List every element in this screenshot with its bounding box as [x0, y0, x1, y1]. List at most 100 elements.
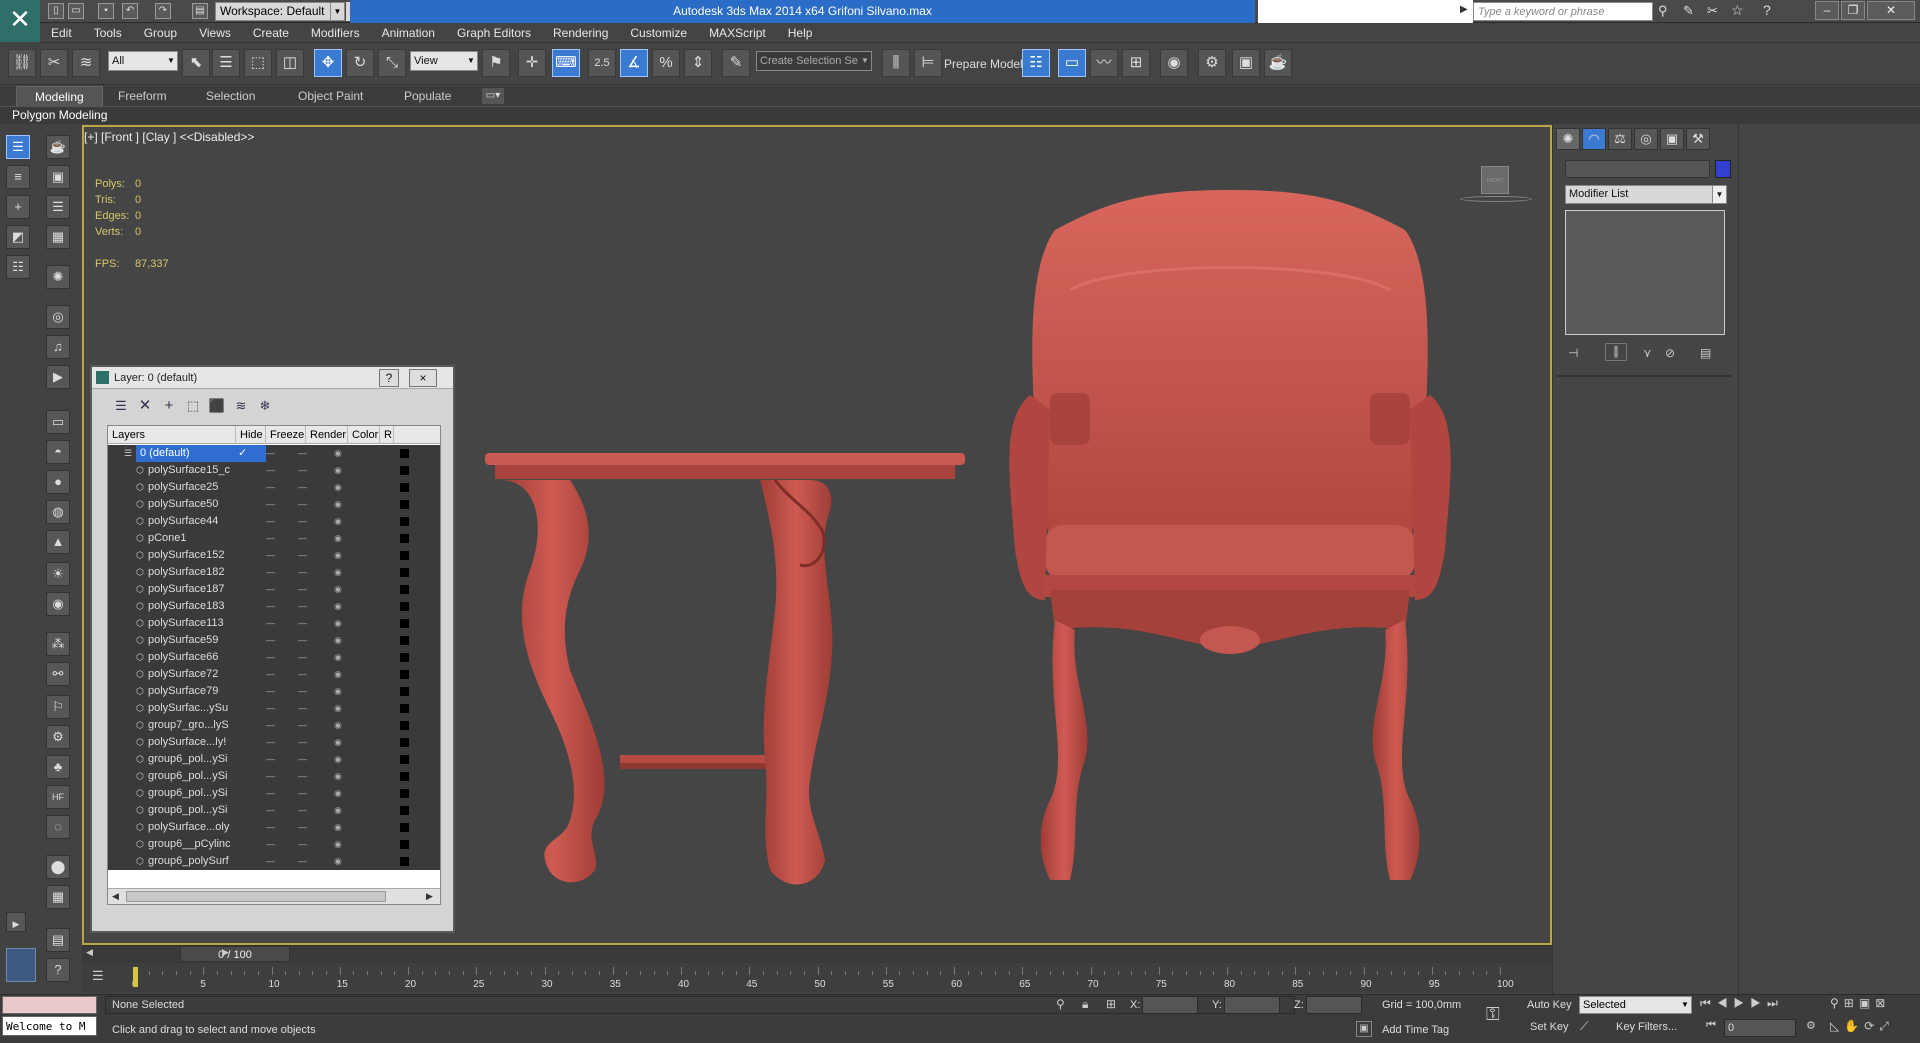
- layer-name[interactable]: group6_pol...ySi: [148, 751, 228, 768]
- layer-row[interactable]: ⬡ polySurface152 — — ◉: [108, 547, 440, 564]
- show-end-result-icon[interactable]: ∥: [1605, 343, 1627, 361]
- table-model[interactable]: [485, 453, 965, 885]
- layer-row[interactable]: ⬡ group6_pol...ySi — — ◉: [108, 785, 440, 802]
- make-unique-icon[interactable]: ⋎: [1643, 346, 1652, 360]
- zoom-extents-all-icon[interactable]: ⊠: [1875, 996, 1890, 1010]
- col-r[interactable]: R: [380, 426, 394, 444]
- hide-toggle-icon[interactable]: —: [266, 513, 275, 530]
- hide-toggle-icon[interactable]: —: [266, 666, 275, 683]
- render-toggle-icon[interactable]: ◉: [334, 581, 342, 598]
- layer-row[interactable]: ⬡ polySurface187 — — ◉: [108, 581, 440, 598]
- maximize-button[interactable]: ❐: [1841, 1, 1865, 20]
- key-mode-dropdown[interactable]: Selected ▼: [1579, 996, 1692, 1014]
- freeze-toggle-icon[interactable]: —: [298, 819, 307, 836]
- y-coordinate-field[interactable]: [1224, 996, 1280, 1014]
- scroll-thumb[interactable]: [126, 891, 386, 902]
- favorites-star-icon[interactable]: ☆: [1731, 2, 1744, 19]
- open-file-icon[interactable]: ▭: [68, 3, 84, 19]
- communication-center-icon[interactable]: ✎: [1683, 3, 1694, 19]
- torus-icon[interactable]: ◍: [46, 500, 70, 524]
- layer-name[interactable]: polySurface50: [148, 496, 218, 513]
- layer-color-swatch[interactable]: [400, 772, 409, 781]
- layer-name[interactable]: polySurface25: [148, 479, 218, 496]
- layer-manager-icon[interactable]: ☷: [1022, 49, 1050, 77]
- layer-color-swatch[interactable]: [400, 653, 409, 662]
- render-toggle-icon[interactable]: ◉: [334, 785, 342, 802]
- hide-toggle-icon[interactable]: —: [266, 751, 275, 768]
- freeze-toggle-icon[interactable]: —: [298, 598, 307, 615]
- render-toggle-icon[interactable]: ◉: [334, 768, 342, 785]
- pan-icon[interactable]: ✋: [1844, 1019, 1864, 1033]
- menu-graph-editors[interactable]: Graph Editors: [446, 23, 542, 43]
- minimize-button[interactable]: –: [1815, 1, 1839, 20]
- helper-icon[interactable]: ⚐: [46, 695, 70, 719]
- render-toggle-icon[interactable]: ◉: [334, 666, 342, 683]
- plant-icon[interactable]: ♣: [46, 755, 70, 779]
- isolate-selection-icon[interactable]: ⚲: [1056, 997, 1065, 1011]
- layer-color-swatch[interactable]: [400, 483, 409, 492]
- spinner-snap-icon[interactable]: ⇕: [684, 49, 712, 77]
- freeze-toggle-icon[interactable]: —: [298, 564, 307, 581]
- layer-name[interactable]: polySurface15_c: [148, 462, 230, 479]
- render-toggle-icon[interactable]: ◉: [334, 547, 342, 564]
- ball-icon[interactable]: ◉: [46, 592, 70, 616]
- hide-toggle-icon[interactable]: —: [266, 768, 275, 785]
- select-and-link-icon[interactable]: ⛓: [8, 49, 36, 77]
- project-folder-icon[interactable]: ▤: [192, 3, 208, 19]
- new-file-icon[interactable]: ▯: [48, 3, 64, 19]
- open-mini-curve-editor-icon[interactable]: ☰: [92, 968, 104, 984]
- layers-icon[interactable]: ≡: [6, 165, 30, 189]
- freeze-toggle-icon[interactable]: —: [298, 666, 307, 683]
- time-tag-icon[interactable]: ▣: [1356, 1021, 1372, 1037]
- layer-color-swatch[interactable]: [400, 687, 409, 696]
- freeze-toggle-icon[interactable]: —: [298, 581, 307, 598]
- menu-views[interactable]: Views: [188, 23, 242, 43]
- menu-edit[interactable]: Edit: [40, 23, 83, 43]
- layer-row[interactable]: ⬡ polySurface59 — — ◉: [108, 632, 440, 649]
- bind-space-warp-icon[interactable]: ≋: [72, 49, 100, 77]
- layer-row[interactable]: ⬡ polySurface50 — — ◉: [108, 496, 440, 513]
- layer-row[interactable]: ⬡ polySurface113 — — ◉: [108, 615, 440, 632]
- sphere-white-icon[interactable]: ⬤: [46, 855, 70, 879]
- layer-row[interactable]: ⬡ group6_polySurf — — ◉: [108, 853, 440, 870]
- layer-name[interactable]: polySurfac...ySu: [148, 700, 228, 717]
- key-icon[interactable]: ⚿: [1486, 1004, 1500, 1025]
- auto-key-button[interactable]: Auto Key: [1527, 999, 1572, 1011]
- hide-toggle-icon[interactable]: —: [266, 785, 275, 802]
- absolute-mode-icon[interactable]: ⊞: [1106, 997, 1116, 1011]
- teapot-icon[interactable]: ☕: [46, 135, 70, 159]
- film-icon[interactable]: ▶: [46, 365, 70, 389]
- col-layers[interactable]: Layers: [108, 426, 236, 444]
- set-key-button[interactable]: Set Key: [1530, 1021, 1569, 1033]
- maximize-viewport-icon[interactable]: ⤢: [1879, 1019, 1894, 1033]
- freeze-toggle-icon[interactable]: —: [298, 717, 307, 734]
- layer-name[interactable]: polySurface...oly: [148, 819, 229, 836]
- hemisphere-icon[interactable]: ◓: [46, 440, 70, 464]
- play-icon[interactable]: ▶: [1734, 996, 1751, 1010]
- dialog-help-button[interactable]: ?: [379, 369, 399, 387]
- layer-color-swatch[interactable]: [400, 721, 409, 730]
- edit-named-selection-icon[interactable]: ✎: [722, 49, 750, 77]
- delete-layer-icon[interactable]: ✕: [134, 395, 156, 417]
- fov-icon[interactable]: ◺: [1830, 1019, 1844, 1033]
- freeze-toggle-icon[interactable]: —: [298, 853, 307, 870]
- layer-list[interactable]: Layers Hide Freeze Render Color R ☰ 0 (de…: [107, 425, 441, 905]
- reference-coordinate-dropdown[interactable]: View ▼: [410, 51, 478, 71]
- layer-row[interactable]: ⬡ polySurface72 — — ◉: [108, 666, 440, 683]
- named-selection-dropdown[interactable]: Create Selection Se ▼: [756, 51, 872, 71]
- layer-name[interactable]: group6_pol...ySi: [148, 768, 228, 785]
- render-toggle-icon[interactable]: ◉: [334, 445, 342, 462]
- freeze-toggle-icon[interactable]: —: [298, 530, 307, 547]
- layer-color-swatch[interactable]: [400, 636, 409, 645]
- layer-name[interactable]: polySurface152: [148, 547, 224, 564]
- layer-color-swatch[interactable]: [400, 551, 409, 560]
- layer-row[interactable]: ⬡ pCone1 — — ◉: [108, 530, 440, 547]
- layer-row[interactable]: ⬡ polySurfac...ySu — — ◉: [108, 700, 440, 717]
- tab-object-paint[interactable]: Object Paint: [280, 86, 381, 106]
- select-manipulate-icon[interactable]: ✛: [518, 49, 546, 77]
- layer-color-swatch[interactable]: [400, 789, 409, 798]
- light-bulb-icon[interactable]: ✺: [46, 265, 70, 289]
- menu-tools[interactable]: Tools: [83, 23, 133, 43]
- hide-toggle-icon[interactable]: —: [266, 547, 275, 564]
- freeze-toggle-icon[interactable]: —: [298, 751, 307, 768]
